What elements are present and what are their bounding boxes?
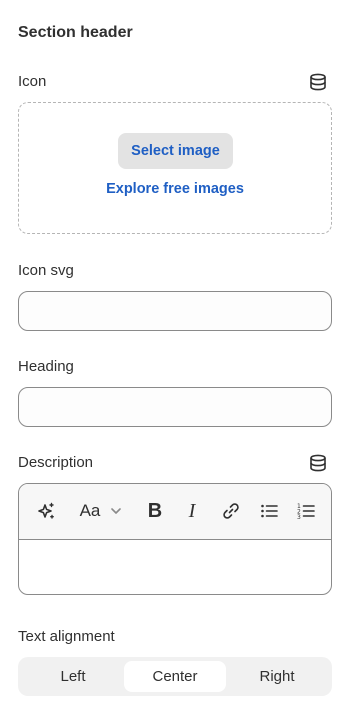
svg-text:3: 3	[297, 514, 301, 521]
chevron-down-icon[interactable]	[107, 498, 125, 524]
text-alignment-label: Text alignment	[18, 628, 115, 645]
rich-text-toolbar: Aa B I 1 2 3	[19, 484, 331, 540]
section-title: Section header	[18, 24, 133, 41]
sparkle-icon[interactable]	[33, 498, 59, 524]
icon-svg-label: Icon svg	[18, 262, 74, 279]
image-dropzone[interactable]: Select image Explore free images	[18, 102, 332, 234]
icon-label: Icon	[18, 73, 47, 90]
align-right-option[interactable]: Right	[226, 661, 328, 692]
align-left-option[interactable]: Left	[22, 661, 124, 692]
align-center-option[interactable]: Center	[124, 661, 226, 692]
bold-button[interactable]: B	[143, 498, 167, 524]
numbered-list-icon[interactable]: 1 2 3	[293, 498, 319, 524]
heading-label: Heading	[18, 358, 74, 375]
link-icon[interactable]	[218, 498, 244, 524]
settings-panel: Section header Icon Select image Explore…	[0, 0, 351, 715]
description-editor[interactable]: Aa B I 1 2 3	[18, 483, 332, 595]
font-size-button[interactable]: Aa	[73, 498, 107, 524]
dynamic-source-icon[interactable]	[309, 454, 327, 472]
description-label: Description	[18, 454, 94, 471]
icon-svg-input[interactable]	[18, 291, 332, 331]
dynamic-source-icon[interactable]	[309, 73, 327, 91]
bullet-list-icon[interactable]	[256, 498, 282, 524]
description-text-area[interactable]	[19, 540, 331, 594]
text-alignment-control: Left Center Right	[18, 657, 332, 696]
select-image-button[interactable]: Select image	[118, 133, 233, 169]
explore-free-images-link[interactable]: Explore free images	[19, 181, 331, 197]
italic-button[interactable]: I	[180, 498, 204, 524]
heading-input[interactable]	[18, 387, 332, 427]
